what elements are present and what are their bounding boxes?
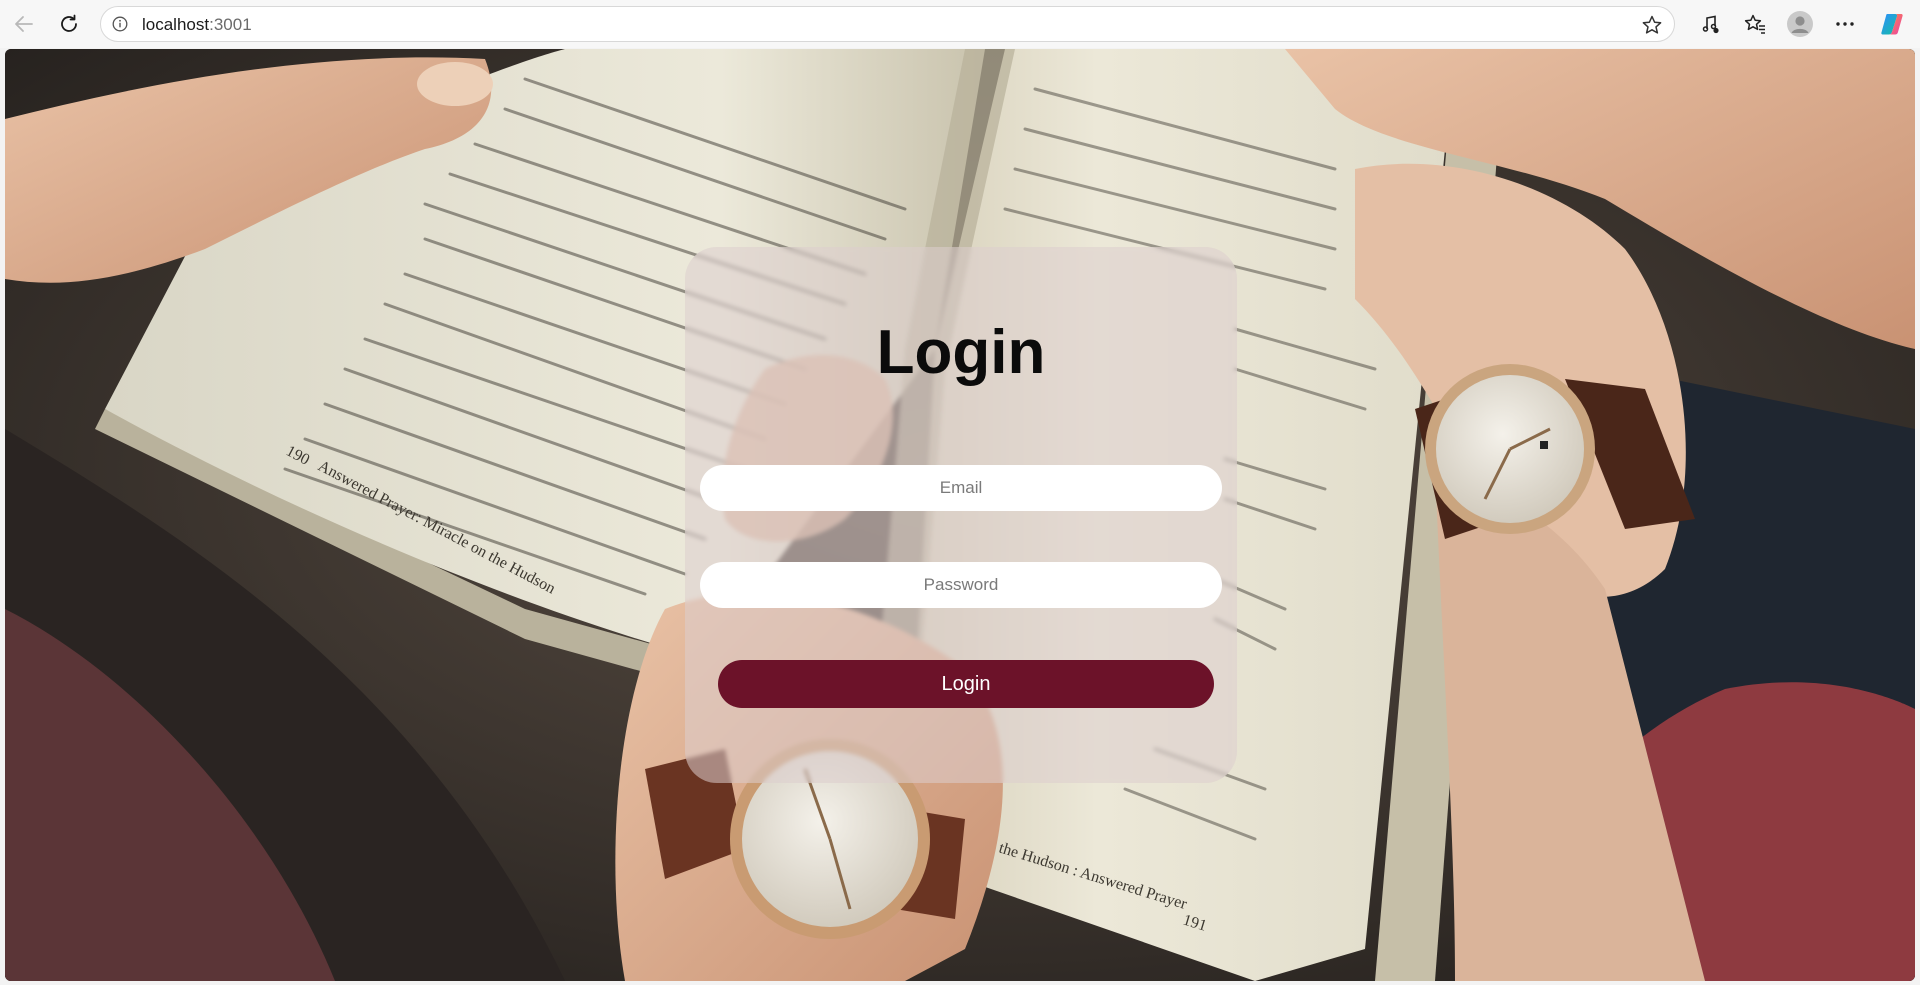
email-field[interactable]: [700, 465, 1222, 511]
copilot-icon[interactable]: [1876, 8, 1908, 40]
login-button[interactable]: Login: [718, 660, 1214, 708]
url-host: localhost: [142, 15, 210, 34]
url-text[interactable]: localhost:3001: [142, 15, 252, 35]
back-arrow-icon: [15, 16, 33, 32]
star-icon[interactable]: [1640, 13, 1664, 37]
profile-icon[interactable]: [1784, 8, 1816, 40]
url-port: :3001: [209, 15, 252, 34]
music-note-icon[interactable]: [1694, 8, 1726, 40]
page-viewport: 190 Answered Prayer: Miracle on the Huds…: [5, 49, 1915, 981]
browser-toolbar: localhost:3001: [0, 0, 1920, 48]
password-field[interactable]: [700, 562, 1222, 608]
back-button[interactable]: [8, 8, 40, 40]
more-icon[interactable]: [1829, 8, 1861, 40]
login-title: Login: [876, 318, 1046, 387]
address-bar[interactable]: localhost:3001: [100, 6, 1675, 42]
login-card: Login Login: [685, 247, 1237, 783]
favorites-icon[interactable]: [1739, 8, 1771, 40]
reload-icon: [61, 14, 77, 32]
info-icon[interactable]: [112, 16, 128, 32]
reload-button[interactable]: [53, 8, 85, 40]
